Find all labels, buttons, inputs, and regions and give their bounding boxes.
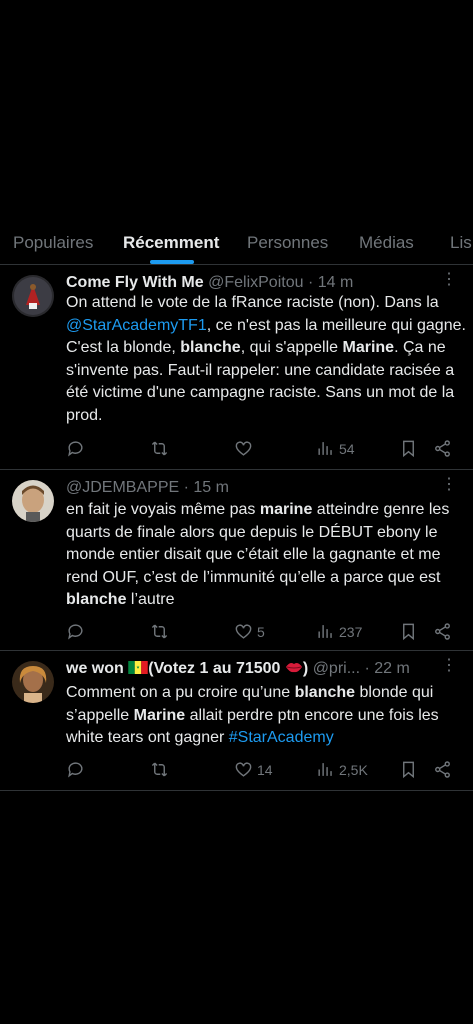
tab-personnes[interactable]: Personnes bbox=[247, 233, 328, 253]
share-icon bbox=[435, 761, 450, 778]
tweet-text: en fait je voyais même pas marine attein… bbox=[66, 499, 466, 612]
display-name-text: we won bbox=[66, 660, 124, 677]
lips-icon bbox=[285, 660, 303, 677]
tab-populaires[interactable]: Populaires bbox=[13, 233, 93, 253]
bookmark-icon bbox=[403, 761, 414, 779]
tab-medias[interactable]: Médias bbox=[359, 233, 414, 253]
highlight-term: blanche bbox=[66, 591, 127, 608]
display-name[interactable]: Come Fly With Me bbox=[66, 274, 204, 291]
views-icon bbox=[318, 442, 332, 455]
views-icon bbox=[318, 625, 332, 638]
hashtag-link[interactable]: #StarAcademy bbox=[229, 729, 334, 746]
views-button[interactable]: 54 bbox=[316, 439, 355, 458]
active-tab-indicator bbox=[150, 260, 194, 264]
text-segment: en fait je voyais même pas bbox=[66, 501, 260, 518]
tweet-text: On attend le vote de la fRance raciste (… bbox=[66, 292, 466, 427]
highlight-term: marine bbox=[259, 501, 313, 518]
more-icon[interactable]: ⋮ bbox=[441, 272, 457, 288]
reply-button[interactable] bbox=[66, 439, 85, 458]
reply-icon bbox=[68, 441, 83, 457]
reply-icon bbox=[68, 624, 83, 640]
retweet-icon bbox=[151, 762, 168, 777]
like-icon bbox=[235, 441, 252, 456]
retweet-icon bbox=[151, 624, 168, 639]
tab-recemment[interactable]: Récemment bbox=[123, 233, 219, 253]
views-button[interactable]: 2,5K bbox=[316, 760, 368, 779]
text-segment: Comment on a pu croire qu’une bbox=[66, 684, 295, 701]
bookmark-button[interactable] bbox=[399, 622, 418, 641]
views-count: 2,5K bbox=[339, 761, 368, 778]
mention-link[interactable]: @StarAcademyTF1 bbox=[66, 317, 207, 334]
views-count: 54 bbox=[339, 440, 355, 457]
highlight-term: blanche bbox=[294, 684, 356, 701]
tweet[interactable]: we won (Votez 1 au 71500 ) @pri... · 22 … bbox=[0, 651, 473, 791]
bookmark-button[interactable] bbox=[399, 439, 418, 458]
views-icon bbox=[318, 763, 332, 776]
tweet-actions: 54 bbox=[66, 439, 462, 459]
handle[interactable]: @FelixPoitou bbox=[208, 274, 303, 291]
like-button[interactable]: 5 bbox=[234, 622, 265, 641]
highlight-term: Marine bbox=[342, 339, 395, 356]
tab-listes[interactable]: Lis bbox=[450, 233, 472, 253]
timestamp[interactable]: · 14 m bbox=[308, 274, 353, 291]
bookmark-icon bbox=[403, 623, 414, 641]
tweet-text: Comment on a pu croire qu’une blanche bl… bbox=[66, 682, 466, 750]
tweet-header: @JDEMBAPPE · 15 m bbox=[66, 479, 443, 497]
handle[interactable]: @JDEMBAPPE bbox=[66, 479, 179, 496]
avatar[interactable] bbox=[12, 480, 54, 522]
like-button[interactable]: 14 bbox=[234, 760, 273, 779]
reply-icon bbox=[68, 762, 83, 778]
tweet-header: Come Fly With Me @FelixPoitou · 14 m bbox=[66, 274, 443, 292]
tweet[interactable]: Come Fly With Me @FelixPoitou · 14 m ⋮ O… bbox=[0, 265, 473, 470]
share-icon bbox=[435, 440, 450, 457]
avatar[interactable] bbox=[12, 661, 54, 703]
retweet-button[interactable] bbox=[150, 622, 169, 641]
highlight-term: Marine bbox=[133, 706, 186, 724]
share-icon bbox=[435, 623, 450, 640]
share-button[interactable] bbox=[433, 439, 452, 458]
text-segment: On attend le vote de la fRance raciste (… bbox=[66, 294, 439, 311]
likes-count: 14 bbox=[257, 761, 273, 778]
tweet-actions: 5 237 bbox=[66, 622, 462, 642]
tweet[interactable]: @JDEMBAPPE · 15 m ⋮ en fait je voyais mê… bbox=[0, 470, 473, 651]
views-button[interactable]: 237 bbox=[316, 622, 362, 641]
share-button[interactable] bbox=[433, 760, 452, 779]
highlight-term: blanche bbox=[180, 339, 241, 356]
text-segment: l’autre bbox=[126, 591, 175, 608]
bookmark-icon bbox=[403, 440, 414, 458]
bookmark-button[interactable] bbox=[399, 760, 418, 779]
reply-button[interactable] bbox=[66, 760, 85, 779]
tweet-header: we won (Votez 1 au 71500 ) @pri... · 22 … bbox=[66, 660, 443, 678]
views-count: 237 bbox=[339, 623, 363, 640]
reply-button[interactable] bbox=[66, 622, 85, 641]
text-segment: , qui s'appelle bbox=[240, 339, 343, 356]
more-icon[interactable]: ⋮ bbox=[441, 477, 457, 493]
likes-count: 5 bbox=[257, 623, 265, 640]
like-icon bbox=[235, 762, 252, 777]
more-icon[interactable]: ⋮ bbox=[441, 658, 457, 674]
search-tabs: Populaires Récemment Personnes Médias Li… bbox=[0, 226, 473, 265]
retweet-button[interactable] bbox=[150, 439, 169, 458]
timestamp[interactable]: · 22 m bbox=[365, 660, 410, 677]
avatar[interactable] bbox=[12, 275, 54, 317]
retweet-button[interactable] bbox=[150, 760, 169, 779]
display-name[interactable]: we won (Votez 1 au 71500 ) bbox=[66, 660, 308, 677]
timestamp[interactable]: · 15 m bbox=[184, 479, 229, 496]
retweet-icon bbox=[151, 441, 168, 456]
display-name-end: ) bbox=[302, 660, 309, 677]
senegal-flag-icon bbox=[128, 661, 148, 674]
handle[interactable]: @pri... bbox=[313, 660, 360, 677]
like-icon bbox=[235, 624, 252, 639]
tweet-actions: 14 2,5K bbox=[66, 760, 462, 780]
like-button[interactable] bbox=[234, 439, 253, 458]
share-button[interactable] bbox=[433, 622, 452, 641]
display-name-suffix: (Votez 1 au 71500 bbox=[148, 660, 281, 677]
